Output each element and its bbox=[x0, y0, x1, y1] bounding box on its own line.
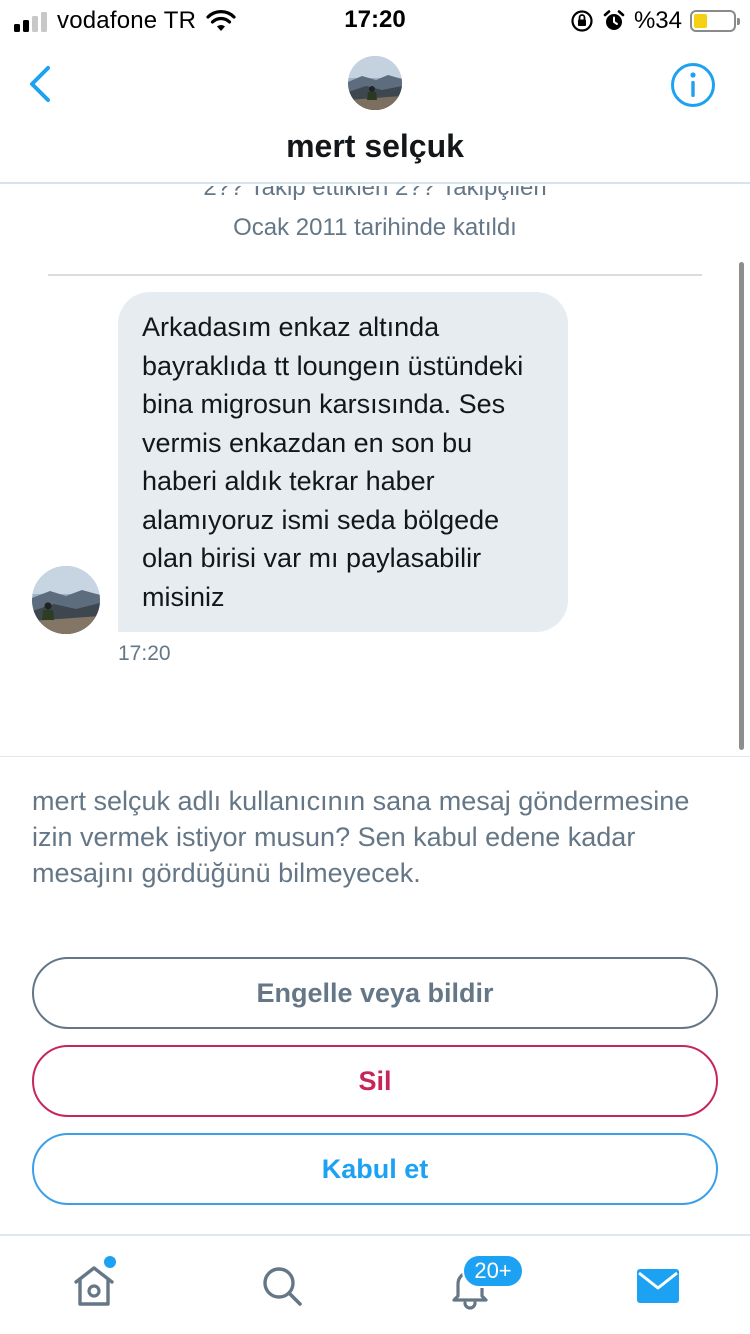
conversation-header: mert selçuk bbox=[0, 40, 750, 184]
search-icon[interactable] bbox=[258, 1262, 306, 1310]
battery-icon bbox=[690, 10, 740, 32]
joined-date: Ocak 2011 tarihinde katıldı bbox=[233, 214, 517, 241]
message-text: Arkadasım enkaz altında bayraklıda tt lo… bbox=[142, 312, 524, 612]
page-title: mert selçuk bbox=[286, 128, 464, 164]
notifications-badge: 20+ bbox=[462, 1254, 524, 1288]
alarm-icon bbox=[603, 10, 625, 30]
back-button[interactable] bbox=[24, 64, 56, 104]
status-right: %34 bbox=[570, 7, 740, 35]
home-new-indicator bbox=[104, 1256, 116, 1268]
divider bbox=[48, 274, 702, 276]
avatar-photo bbox=[32, 566, 100, 634]
envelope-icon[interactable] bbox=[634, 1262, 682, 1310]
status-bar: vodafone TR 17:20 %34 bbox=[0, 0, 750, 40]
message-bubble[interactable]: Arkadasım enkaz altında bayraklıda tt lo… bbox=[118, 292, 568, 632]
avatar-photo bbox=[348, 56, 402, 110]
orientation-lock-icon bbox=[571, 10, 593, 32]
info-icon[interactable] bbox=[670, 62, 716, 108]
avatar[interactable] bbox=[348, 56, 402, 110]
delete-button[interactable]: Sil bbox=[32, 1045, 718, 1117]
request-description: mert selçuk adlı kullanıcının sana mesaj… bbox=[32, 786, 690, 888]
profile-stats: 2?? Takip ettiklen 2?? Takipçileri bbox=[203, 186, 547, 201]
tab-bar: 20+ bbox=[0, 1234, 750, 1334]
sender-avatar[interactable] bbox=[32, 566, 100, 634]
message-request-panel: mert selçuk adlı kullanıcının sana mesaj… bbox=[0, 756, 750, 1234]
home-icon[interactable] bbox=[70, 1262, 118, 1310]
scrollbar[interactable] bbox=[739, 262, 744, 750]
block-or-report-button[interactable]: Engelle veya bildir bbox=[32, 957, 718, 1029]
battery-percent: %34 bbox=[633, 7, 682, 34]
conversation[interactable]: 2?? Takip ettiklen 2?? Takipçileri Ocak … bbox=[0, 186, 750, 756]
message-timestamp: 17:20 bbox=[118, 642, 171, 665]
accept-button[interactable]: Kabul et bbox=[32, 1133, 718, 1205]
